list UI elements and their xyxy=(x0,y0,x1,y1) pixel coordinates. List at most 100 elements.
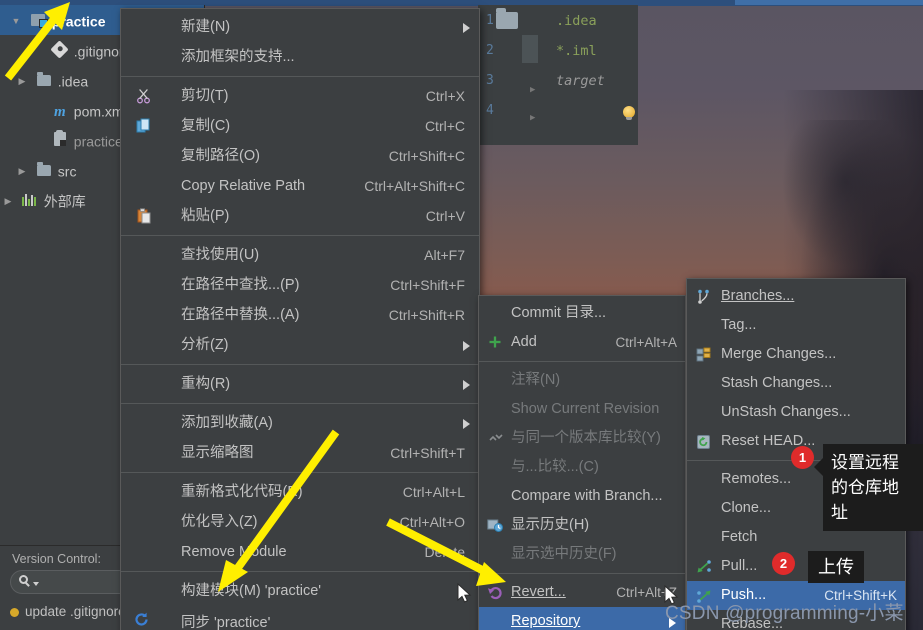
menu-item-accelerator: Ctrl+X xyxy=(425,88,465,104)
fold-marker-icon[interactable]: ▶ xyxy=(530,85,535,95)
menu-separator xyxy=(121,571,479,572)
git-submenu: Commit 目录... Add Ctrl+Alt+A 注释(N) Show C… xyxy=(478,295,686,630)
watermark: CSDN @programming-小菜 xyxy=(665,598,904,625)
module-icon xyxy=(28,6,48,36)
menu-item-repository[interactable]: Repository xyxy=(479,607,685,630)
search-icon xyxy=(19,575,28,584)
menu-item-unstash-changes[interactable]: UnStash Changes... xyxy=(687,398,905,427)
step-badge-1-label: 1 xyxy=(798,450,807,465)
watermark-text: CSDN @programming-小菜 xyxy=(665,603,904,624)
editor-gutter: 1 2 3 4 ▶ ▶ xyxy=(478,5,548,145)
menu-separator xyxy=(121,364,479,365)
reset-icon xyxy=(693,427,715,456)
folder-icon xyxy=(34,156,54,186)
copy-icon xyxy=(133,111,155,141)
step-badge-2: 2 xyxy=(772,552,795,575)
menu-item-optimize-imports[interactable]: 优化导入(Z) Ctrl+Alt+O xyxy=(121,507,479,537)
menu-item-add-framework-support[interactable]: 添加框架的支持... xyxy=(121,42,479,72)
menu-item-accelerator: Ctrl+C xyxy=(424,118,465,134)
menu-item-show-selection-history: 显示选中历史(F) xyxy=(479,540,685,569)
menu-item-revert[interactable]: Revert... Ctrl+Alt+Z xyxy=(479,578,685,607)
menu-item-label: 与同一个版本库比较(Y) xyxy=(511,430,661,446)
menu-item-label: Remotes... xyxy=(721,471,792,487)
menu-item-cut[interactable]: 剪切(T) Ctrl+X xyxy=(121,81,479,111)
menu-item-accelerator: Ctrl+Shift+C xyxy=(388,148,465,164)
menu-item-show-thumbnails[interactable]: 显示缩略图 Ctrl+Shift+T xyxy=(121,438,479,468)
gutter-highlight xyxy=(522,35,538,63)
menu-item-analyze[interactable]: 分析(Z) xyxy=(121,330,479,360)
menu-item-label: 显示缩略图 xyxy=(181,445,254,461)
menu-item-label: Stash Changes... xyxy=(721,375,833,391)
menu-item-label: 添加到收藏(A) xyxy=(181,415,273,431)
menu-item-merge-changes[interactable]: Merge Changes... xyxy=(687,340,905,369)
menu-item-label: Commit 目录... xyxy=(511,305,607,321)
tree-item-label: src xyxy=(57,163,77,180)
menu-item-label: 复制路径(O) xyxy=(181,148,260,164)
menu-item-label: 查找使用(U) xyxy=(181,247,260,263)
menu-item-branches[interactable]: Branches... xyxy=(687,282,905,311)
menu-item-tag[interactable]: Tag... xyxy=(687,311,905,340)
menu-item-label: Repository xyxy=(511,613,581,629)
menu-item-pull[interactable]: Pull... xyxy=(687,552,905,581)
menu-item-label: Show Current Revision xyxy=(511,401,660,417)
intention-bulb-icon[interactable] xyxy=(622,106,636,120)
step-badge-1: 1 xyxy=(791,446,814,469)
menu-item-commit-directory[interactable]: Commit 目录... xyxy=(479,299,685,328)
menu-item-label: 优化导入(Z) xyxy=(181,514,258,530)
menu-item-copy-path[interactable]: 复制路径(O) Ctrl+Shift+C xyxy=(121,141,479,171)
menu-item-accelerator: Ctrl+Alt+Shift+C xyxy=(364,178,465,194)
menu-item-accelerator: Ctrl+Alt+A xyxy=(615,335,677,350)
chevron-down-icon[interactable] xyxy=(33,582,39,586)
callout-push-text: 上传 xyxy=(818,557,854,577)
menu-item-new[interactable]: 新建(N) xyxy=(121,12,479,42)
menu-item-reformat-code[interactable]: 重新格式化代码(R) Ctrl+Alt+L xyxy=(121,477,479,507)
commit-dot-icon xyxy=(10,607,19,617)
menu-item-add[interactable]: Add Ctrl+Alt+A xyxy=(479,328,685,357)
editor-code[interactable]: .idea *.iml target xyxy=(548,5,638,145)
menu-item-find-in-path[interactable]: 在路径中查找...(P) Ctrl+Shift+F xyxy=(121,270,479,300)
menu-item-replace-in-path[interactable]: 在路径中替换...(A) Ctrl+Shift+R xyxy=(121,300,479,330)
menu-item-refactor[interactable]: 重构(R) xyxy=(121,369,479,399)
twisty-closed-icon[interactable] xyxy=(14,156,30,186)
code-line: .idea xyxy=(556,13,597,29)
menu-separator xyxy=(479,573,685,574)
menu-item-copy[interactable]: 复制(C) Ctrl+C xyxy=(121,111,479,141)
tree-item-label: 外部库 xyxy=(43,193,86,210)
tree-item-label: pom.xml xyxy=(73,103,127,120)
sync-icon xyxy=(133,611,150,630)
menu-item-sync-practice[interactable]: 同步 'practice' xyxy=(120,609,480,630)
submenu-arrow-icon xyxy=(463,419,470,429)
twisty-closed-icon[interactable] xyxy=(0,186,16,216)
menu-item-paste[interactable]: 粘贴(P) Ctrl+V xyxy=(121,201,479,231)
menu-item-compare-with-branch[interactable]: Compare with Branch... xyxy=(479,482,685,511)
line-number: 3 xyxy=(486,73,494,88)
jar-icon xyxy=(50,126,70,156)
menu-item-show-current-revision: Show Current Revision xyxy=(479,395,685,424)
menu-item-label: Pull... xyxy=(721,558,758,574)
menu-item-accelerator: Ctrl+Shift+F xyxy=(390,277,465,293)
line-number: 1 xyxy=(486,13,494,28)
twisty-open-icon[interactable] xyxy=(8,6,24,36)
menu-item-label: 同步 'practice' xyxy=(181,615,271,630)
git-file-icon xyxy=(50,36,70,66)
maven-icon: m xyxy=(54,103,66,120)
menu-item-label: Compare with Branch... xyxy=(511,488,663,504)
menu-item-stash-changes[interactable]: Stash Changes... xyxy=(687,369,905,398)
line-number: 4 xyxy=(486,103,494,118)
twisty-closed-icon[interactable] xyxy=(14,66,30,96)
menu-item-copy-relative-path[interactable]: Copy Relative Path Ctrl+Alt+Shift+C xyxy=(121,171,479,201)
menu-item-show-history[interactable]: 显示历史(H) xyxy=(479,511,685,540)
menu-item-label: 构建模块(M) 'practice' xyxy=(181,583,322,599)
menu-item-build-module[interactable]: 构建模块(M) 'practice' xyxy=(121,576,479,606)
fold-marker-icon[interactable]: ▶ xyxy=(530,113,535,123)
menu-item-label: 剪切(T) xyxy=(181,88,229,104)
folder-icon xyxy=(34,66,54,96)
editor-area: 1 2 3 4 ▶ ▶ .idea *.iml target xyxy=(478,5,638,145)
menu-item-label: Branches... xyxy=(721,288,795,304)
menu-item-remove-module[interactable]: Remove Module Delete xyxy=(121,537,479,567)
pull-icon xyxy=(693,552,715,581)
menu-item-add-to-favorites[interactable]: 添加到收藏(A) xyxy=(121,408,479,438)
menu-item-find-usages[interactable]: 查找使用(U) Alt+F7 xyxy=(121,240,479,270)
menu-item-label: 在路径中替换...(A) xyxy=(181,307,300,323)
commit-list-item[interactable]: update .gitignore xyxy=(10,604,126,619)
